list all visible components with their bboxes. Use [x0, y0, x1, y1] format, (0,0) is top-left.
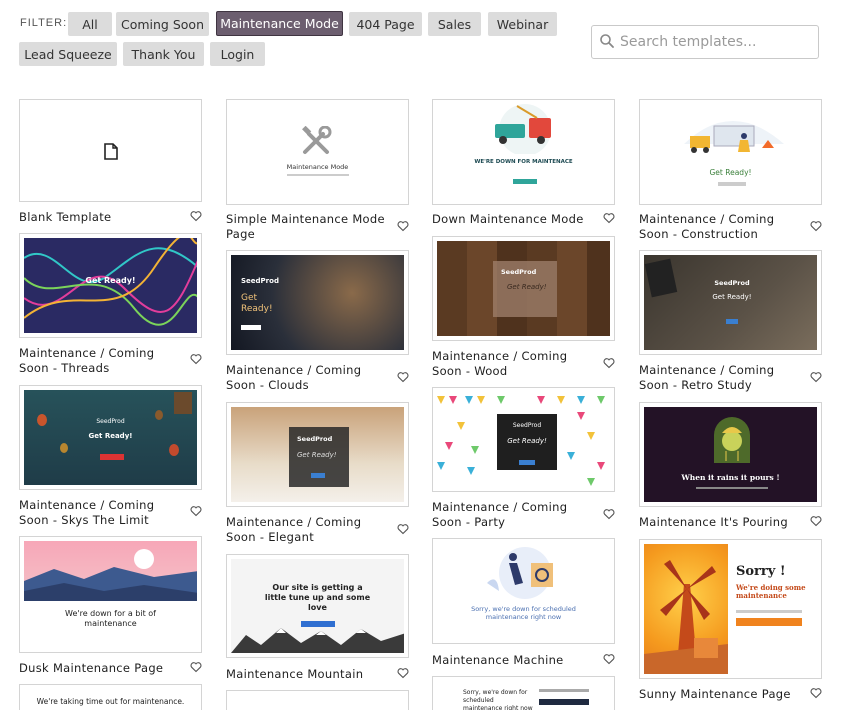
template-thumbnail[interactable]: Get Ready!: [639, 99, 822, 205]
thumb-subheadline: We're doing some maintenance: [736, 583, 806, 600]
template-thumbnail[interactable]: Sorry ! We're doing some maintenance: [639, 539, 822, 679]
template-thumbnail[interactable]: [226, 690, 409, 710]
template-thumbnail[interactable]: SeedProd Get Ready!: [226, 402, 409, 507]
thumb-headline: Get Ready!: [297, 451, 337, 459]
thumb-headline: Get Ready!: [712, 293, 752, 301]
search-input[interactable]: [620, 34, 810, 50]
search-icon: [600, 33, 614, 52]
thumb-headline: Sorry, we're down for scheduled maintena…: [471, 605, 576, 621]
template-thumbnail[interactable]: Get Ready!: [19, 233, 202, 338]
heart-icon[interactable]: [190, 353, 202, 365]
heart-icon[interactable]: [603, 653, 615, 665]
filter-chip-login[interactable]: Login: [210, 42, 265, 66]
heart-icon[interactable]: [810, 371, 822, 383]
template-title: Maintenance / Coming Soon - Threads: [19, 346, 155, 375]
template-thumbnail[interactable]: Our site is getting a little tune up and…: [226, 554, 409, 658]
template-thumbnail[interactable]: Sorry, we're down for scheduled maintena…: [432, 538, 615, 644]
thumb-headline: We're taking time out for maintenance.: [36, 697, 185, 706]
template-thumbnail[interactable]: Sorry, we're down for scheduled maintena…: [432, 676, 615, 710]
template-title: Down Maintenance Mode: [432, 212, 584, 226]
filter-chip-thank-you[interactable]: Thank You: [123, 42, 204, 66]
template-thumbnail[interactable]: We're down for a bit of maintenance: [19, 536, 202, 653]
heart-icon[interactable]: [190, 661, 202, 673]
template-thumbnail[interactable]: SeedProd Get Ready!: [432, 387, 615, 492]
thumb-headline: Sorry !: [736, 564, 786, 579]
heart-icon[interactable]: [603, 357, 615, 369]
template-title: Maintenance / Coming Soon - Retro Study: [639, 363, 775, 392]
thumb-brand: SeedProd: [714, 279, 750, 287]
search-box[interactable]: [591, 25, 819, 59]
filter-chip-sales[interactable]: Sales: [428, 12, 481, 36]
thumb-button: [100, 454, 124, 460]
thumb-brand: SeedProd: [241, 277, 279, 285]
thumb-headline: Our site is getting a little tune up and…: [264, 583, 371, 612]
heart-icon[interactable]: [603, 212, 615, 224]
filter-label: FILTER:: [20, 17, 68, 29]
template-title: Maintenance / Coming Soon - Construction: [639, 212, 775, 241]
heart-icon[interactable]: [397, 667, 409, 679]
thumb-headline: Sorry, we're down for scheduled maintena…: [463, 689, 533, 710]
heart-icon[interactable]: [810, 687, 822, 699]
thumb-headline: Get Ready!: [507, 283, 547, 291]
thumb-headline: Maintenance Mode: [286, 163, 349, 171]
template-title: Maintenance / Coming Soon - Elegant: [226, 515, 362, 544]
thumb-headline: Get Ready!: [507, 437, 547, 445]
template-title: Blank Template: [19, 210, 112, 224]
template-thumbnail[interactable]: WE'RE DOWN FOR MAINTENACE: [432, 99, 615, 205]
template-title: Maintenance Machine: [432, 653, 564, 667]
heart-icon[interactable]: [190, 505, 202, 517]
template-title: Maintenance Mountain: [226, 667, 364, 681]
thumb-headline: Get Ready!: [85, 276, 136, 285]
template-thumbnail[interactable]: SeedProd Get Ready!: [432, 236, 615, 341]
heart-icon[interactable]: [190, 210, 202, 222]
thumb-headline: Get Ready!: [241, 293, 273, 314]
file-icon: [104, 143, 118, 164]
template-title: Maintenance It's Pouring: [639, 515, 788, 529]
heart-icon[interactable]: [397, 220, 409, 232]
template-title: Maintenance / Coming Soon - Skys The Lim…: [19, 498, 155, 527]
filter-chip-404-page[interactable]: 404 Page: [349, 12, 422, 36]
heart-icon[interactable]: [603, 508, 615, 520]
tools-icon: [301, 125, 333, 160]
filter-chip-coming-soon[interactable]: Coming Soon: [116, 12, 209, 36]
filter-chip-webinar[interactable]: Webinar: [488, 12, 557, 36]
thumb-headline: WE'RE DOWN FOR MAINTENACE: [474, 159, 573, 165]
template-title: Dusk Maintenance Page: [19, 661, 164, 675]
template-thumbnail[interactable]: SeedProd Get Ready!: [19, 385, 202, 490]
template-thumbnail[interactable]: SeedProd Get Ready!: [639, 250, 822, 355]
filter-chip-maintenance-mode[interactable]: Maintenance Mode: [216, 11, 343, 36]
template-thumbnail[interactable]: SeedProd Get Ready!: [226, 250, 409, 355]
template-title: Maintenance / Coming Soon - Wood: [432, 349, 568, 378]
heart-icon[interactable]: [397, 371, 409, 383]
heart-icon[interactable]: [397, 523, 409, 535]
heart-icon[interactable]: [810, 220, 822, 232]
filter-chip-all[interactable]: All: [68, 12, 112, 36]
template-title: Simple Maintenance Mode Page: [226, 212, 385, 241]
thumb-brand: SeedProd: [512, 422, 542, 429]
template-thumbnail[interactable]: Maintenance Mode: [226, 99, 409, 205]
template-thumbnail[interactable]: We're taking time out for maintenance.: [19, 684, 202, 710]
template-title: Maintenance / Coming Soon - Party: [432, 500, 568, 529]
heart-icon[interactable]: [810, 515, 822, 527]
template-title: Sunny Maintenance Page: [639, 687, 791, 701]
thumb-brand: SeedProd: [297, 435, 333, 443]
thumb-headline: Get Ready!: [88, 432, 133, 440]
template-thumbnail[interactable]: When it rains it pours !: [639, 402, 822, 507]
thumb-brand: SeedProd: [96, 418, 125, 425]
thumb-brand: SeedProd: [501, 268, 537, 276]
template-thumbnail[interactable]: [19, 99, 202, 202]
template-title: Maintenance / Coming Soon - Clouds: [226, 363, 362, 392]
thumb-headline: We're down for a bit of maintenance: [65, 609, 156, 628]
filter-chip-lead-squeeze[interactable]: Lead Squeeze: [19, 42, 117, 66]
thumb-headline: Get Ready!: [709, 168, 752, 177]
thumb-headline: When it rains it pours !: [681, 473, 780, 482]
